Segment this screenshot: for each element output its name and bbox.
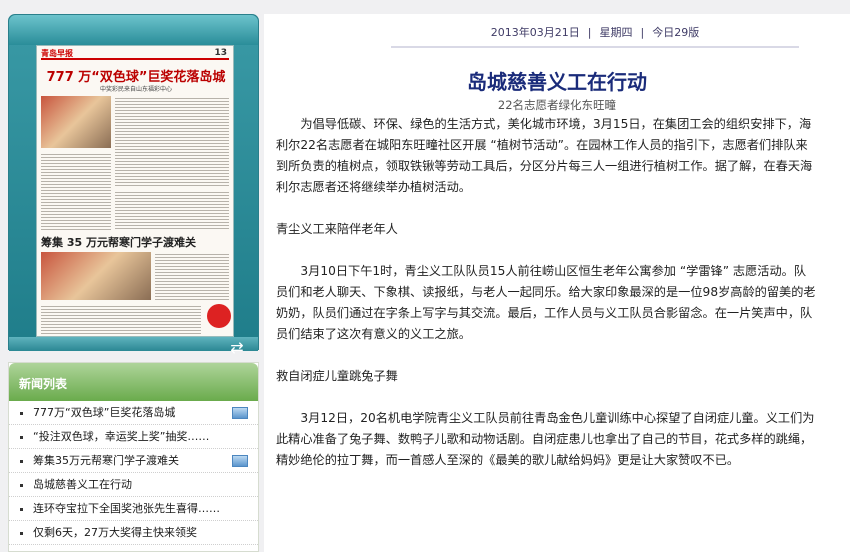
news-item-label: 连环夺宝拉下全国奖池张先生喜得…… xyxy=(33,502,220,515)
thumb-subhead: 中奖彩民来自山东福彩中心 xyxy=(99,86,172,93)
thumb-masthead: 青岛早报 13 xyxy=(41,48,229,60)
news-item-label: 仅剩6天，27万大奖得主快来领奖 xyxy=(33,526,197,539)
thumb-headline: 777 万“双色球”巨奖花落岛城 xyxy=(46,70,226,85)
thumb-text-block xyxy=(41,152,111,230)
article-section-heading: 青尘义工来陪伴老年人 xyxy=(276,222,398,236)
picture-icon xyxy=(232,455,248,467)
article-body: 为倡导低碳、环保、绿色的生活方式，美化城市环境，3月15日，在集团工会的组织安排… xyxy=(276,114,818,492)
viewer-top-strip xyxy=(9,15,258,45)
news-list-item[interactable]: 筹集35万元帮寒门学子渡难关 xyxy=(9,449,258,473)
news-list-panel: 新闻列表 777万“双色球”巨奖花落岛城 “投注双色球，幸运奖上奖”抽奖…… 筹… xyxy=(8,362,259,552)
news-list-item[interactable]: 岛城慈善义工在行动 xyxy=(9,473,258,497)
thumb-text-block xyxy=(155,252,229,300)
news-item-label: 岛城慈善义工在行动 xyxy=(33,478,132,491)
viewer-bottom-bar xyxy=(9,337,258,351)
thumb-page-number: 13 xyxy=(214,48,227,58)
issue-date: 2013年03月21日 xyxy=(490,26,580,39)
thumb-seal-logo xyxy=(207,304,231,328)
thumb-logo: 青岛早报 xyxy=(41,49,73,58)
thumb-photo xyxy=(41,252,151,300)
article-paragraph: 3月12日，20名机电学院青尘义工队员前往青岛金色儿童训练中心探望了自闭症儿童。… xyxy=(276,411,815,467)
news-list: 777万“双色球”巨奖花落岛城 “投注双色球，幸运奖上奖”抽奖…… 筹集35万元… xyxy=(9,401,258,545)
issue-edition-count: 今日29版 xyxy=(652,26,700,39)
article-section-heading: 救自闭症儿童跳兔子舞 xyxy=(276,369,398,383)
article-content: 2013年03月21日 | 星期四 | 今日29版 岛城慈善义工在行动 22名志愿者绿化… xyxy=(264,14,850,552)
news-list-title: 新闻列表 xyxy=(19,377,68,391)
newspaper-viewer: 青岛早报 13 777 万“双色球”巨奖花落岛城 中奖彩民来自山东福彩中心 筹集… xyxy=(8,14,259,351)
article-paragraph: 3月10日下午1时，青尘义工队队员15人前往崂山区恒生老年公寓参加 “学雷锋” … xyxy=(276,264,816,341)
news-item-label: 筹集35万元帮寒门学子渡难关 xyxy=(33,454,179,467)
news-list-item[interactable]: “投注双色球，幸运奖上奖”抽奖…… xyxy=(9,425,258,449)
issue-weekday: 星期四 xyxy=(599,26,633,39)
article-paragraph: 为倡导低碳、环保、绿色的生活方式，美化城市环境，3月15日，在集团工会的组织安排… xyxy=(276,117,813,194)
thumb-photo xyxy=(41,96,111,148)
refresh-icon[interactable]: ⇄ xyxy=(227,340,247,356)
picture-icon xyxy=(232,407,248,419)
thumb-text-block xyxy=(115,96,229,186)
news-list-item[interactable]: 仅剩6天，27万大奖得主快来领奖 xyxy=(9,521,258,545)
news-item-label: “投注双色球，幸运奖上奖”抽奖…… xyxy=(33,430,210,443)
news-item-label: 777万“双色球”巨奖花落岛城 xyxy=(33,406,176,419)
thumb-text-block xyxy=(41,304,201,334)
date-bar: 2013年03月21日 | 星期四 | 今日29版 xyxy=(391,24,799,48)
news-list-item[interactable]: 连环夺宝拉下全国奖池张先生喜得…… xyxy=(9,497,258,521)
article-subtitle: 22名志愿者绿化东旺疃 xyxy=(497,98,617,112)
left-column: 青岛早报 13 777 万“双色球”巨奖花落岛城 中奖彩民来自山东福彩中心 筹集… xyxy=(8,14,259,552)
article-title: 岛城慈善义工在行动 xyxy=(467,70,647,94)
newspaper-page-thumbnail[interactable]: 青岛早报 13 777 万“双色球”巨奖花落岛城 中奖彩民来自山东福彩中心 筹集… xyxy=(36,45,234,337)
news-list-item[interactable]: 777万“双色球”巨奖花落岛城 xyxy=(9,401,258,425)
news-list-header: 新闻列表 xyxy=(9,363,258,401)
thumb-headline-2: 筹集 35 万元帮寒门学子渡难关 xyxy=(41,236,196,249)
thumb-text-block xyxy=(115,190,229,230)
